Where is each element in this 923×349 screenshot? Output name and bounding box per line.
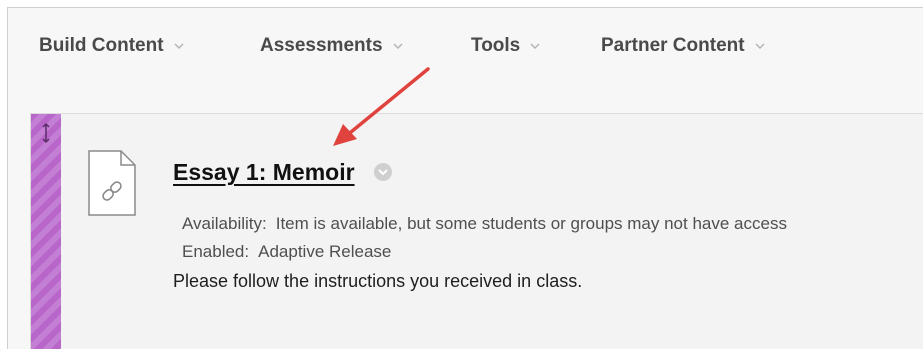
reorder-arrows-icon <box>42 122 50 144</box>
build-content-label: Build Content <box>39 35 164 56</box>
item-title-link[interactable]: Essay 1: Memoir <box>173 159 355 186</box>
availability-value: Item is available, but some students or … <box>275 214 787 233</box>
enabled-value: Adaptive Release <box>258 242 392 261</box>
item-options-icon[interactable] <box>373 162 393 182</box>
availability-row: Availability: Item is available, but some… <box>182 210 787 238</box>
link-document-icon <box>88 150 136 216</box>
content-area-frame: Build Content Assessments Tools Partner … <box>7 7 923 349</box>
assessments-menu[interactable]: Assessments <box>260 35 404 57</box>
item-details: Availability: Item is available, but some… <box>182 210 787 266</box>
availability-label: Availability: <box>182 214 267 233</box>
partner-content-menu[interactable]: Partner Content <box>601 35 766 57</box>
enabled-row: Enabled: Adaptive Release <box>182 238 787 266</box>
chevron-down-icon <box>755 43 765 50</box>
action-bar: Build Content Assessments Tools Partner … <box>8 8 923 86</box>
drag-handle[interactable] <box>31 114 61 349</box>
build-content-menu[interactable]: Build Content <box>39 35 185 57</box>
chevron-down-icon <box>174 43 184 50</box>
tools-label: Tools <box>471 35 521 56</box>
item-description: Please follow the instructions you recei… <box>173 271 583 291</box>
tools-menu[interactable]: Tools <box>471 35 541 57</box>
chevron-down-icon <box>393 43 403 50</box>
assessments-label: Assessments <box>260 35 383 56</box>
chevron-down-icon <box>530 43 540 50</box>
enabled-label: Enabled: <box>182 242 250 261</box>
partner-content-label: Partner Content <box>601 35 745 56</box>
content-item: Essay 1: Memoir Availability: Item is ava… <box>30 113 923 349</box>
